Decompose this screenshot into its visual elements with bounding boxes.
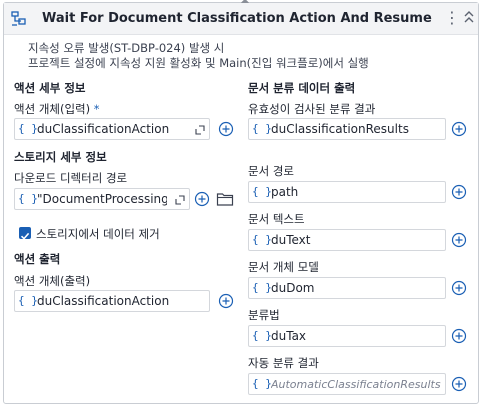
doc-model-value[interactable]: duDom [271,281,441,296]
taxonomy-value[interactable]: duTax [271,329,441,344]
auto-results-field[interactable]: { } AutomaticClassificationResults [248,373,446,395]
expression-brace-icon: { } [252,233,272,246]
expression-brace-icon: { } [18,294,38,307]
expression-brace-icon: { } [252,329,272,342]
plus-circle-icon[interactable] [451,376,467,392]
action-object-input-label-text: 액션 개체(입력) [14,102,91,116]
plus-circle-icon[interactable] [194,191,210,207]
folder-icon[interactable] [216,191,234,207]
checkmark-icon [20,232,30,240]
activity-card[interactable]: Wait For Document Classification Action … [3,0,479,404]
expression-brace-icon: { } [18,192,38,205]
doc-model-field[interactable]: { } duDom [248,277,446,299]
taxonomy-label: 분류법 [248,308,280,322]
warning-line-2: 프로젝트 설정에 지속성 지원 활성화 및 Main(진입 워크플로)에서 실행 [28,56,369,70]
required-mark: * [93,102,100,116]
doc-text-label: 문서 텍스트 [248,212,305,226]
expression-brace-icon: { } [252,281,272,294]
expression-brace-icon: { } [18,122,38,135]
action-details-header: 액션 세부 정보 [14,81,86,95]
classification-output-header: 문서 분류 데이터 출력 [248,81,356,95]
download-dir-label: 다운로드 디렉터리 경로 [14,171,128,185]
expression-brace-icon: { } [252,185,272,198]
taxonomy-field[interactable]: { } duTax [248,325,446,347]
action-output-header: 액션 출력 [14,252,61,266]
plus-circle-icon[interactable] [451,328,467,344]
download-dir-field[interactable]: { } "DocumentProcessing" [14,188,190,210]
doc-path-label: 문서 경로 [248,164,294,178]
doc-text-field[interactable]: { } duText [248,229,446,251]
remove-data-checkbox[interactable] [19,227,31,240]
kebab-menu-icon[interactable]: ⋮ [444,9,460,27]
action-object-output-value[interactable]: duClassificationAction [37,294,205,309]
plus-circle-icon[interactable] [451,184,467,200]
doc-path-field[interactable]: { } path [248,181,446,203]
remove-data-label[interactable]: 스토리지에서 데이터 제거 [36,226,160,242]
storage-details-header: 스토리지 세부 정보 [14,150,107,164]
doc-path-value[interactable]: path [271,185,441,200]
auto-results-placeholder[interactable]: AutomaticClassificationResults [271,377,441,392]
doc-model-label: 문서 개체 모델 [248,260,319,274]
expression-brace-icon: { } [252,122,272,135]
plus-circle-icon[interactable] [218,121,234,137]
collapse-icon[interactable] [462,9,476,25]
action-object-input-value[interactable]: duClassificationAction [37,122,185,137]
plus-circle-icon[interactable] [218,293,234,309]
action-object-input-label: 액션 개체(입력) * [14,101,100,117]
auto-results-label: 자동 분류 결과 [248,356,319,370]
download-dir-value[interactable]: "DocumentProcessing" [37,192,167,207]
validated-results-label: 유효성이 검사된 분류 결과 [248,102,376,116]
plus-circle-icon[interactable] [451,232,467,248]
action-object-input-field[interactable]: { } duClassificationAction [14,118,210,140]
doc-text-value[interactable]: duText [271,233,441,248]
expression-brace-icon: { } [252,377,272,390]
activity-header[interactable]: Wait For Document Classification Action … [4,3,478,35]
activity-icon [11,11,26,26]
expand-editor-icon[interactable] [195,125,205,135]
expand-editor-icon[interactable] [175,195,185,205]
action-object-output-label: 액션 개체(출력) [14,274,91,288]
validated-results-value[interactable]: duClassificationResults [271,122,441,137]
plus-circle-icon[interactable] [451,280,467,296]
plus-circle-icon[interactable] [451,121,467,137]
validated-results-field[interactable]: { } duClassificationResults [248,118,446,140]
persistence-warning: 지속성 오류 발생(ST-DBP-024) 발생 시 프로젝트 설정에 지속성 … [28,41,369,71]
activity-title: Wait For Document Classification Action … [42,11,432,26]
warning-line-1: 지속성 오류 발생(ST-DBP-024) 발생 시 [28,41,225,55]
action-object-output-field[interactable]: { } duClassificationAction [14,290,210,312]
